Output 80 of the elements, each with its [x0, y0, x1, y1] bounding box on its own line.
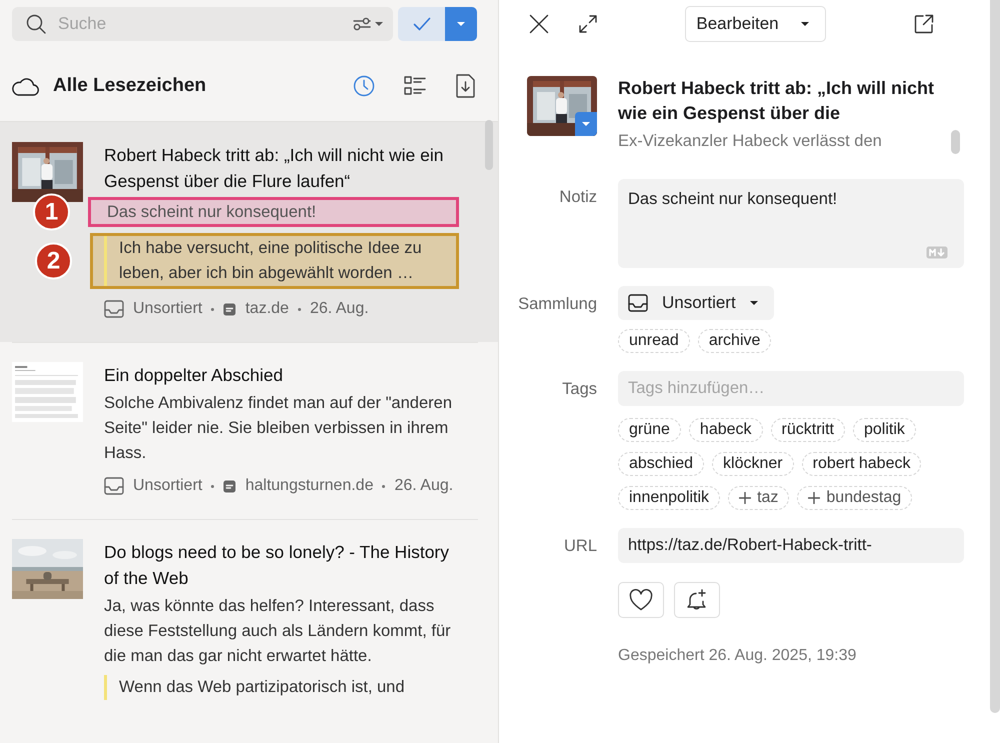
bookmark-excerpt: Solche Ambivalenz findet man auf der "anderen Seite" leider nie. Sie bleiben verbissen in ihrem Hass.: [104, 393, 453, 464]
tray-icon: [104, 300, 124, 318]
import-button[interactable]: [455, 74, 476, 98]
tags-label: Tags: [561, 379, 597, 400]
note-field[interactable]: Das scheint nur konsequent!: [618, 179, 964, 268]
dropdown-button[interactable]: [445, 7, 477, 41]
view-button[interactable]: [404, 76, 426, 96]
heart-icon: [629, 589, 653, 611]
favorite-button[interactable]: [618, 582, 664, 618]
tag-chip[interactable]: abschied: [618, 452, 704, 476]
sort-button[interactable]: [353, 75, 375, 97]
callout-badge: 2: [35, 242, 72, 280]
collection-dropdown[interactable]: Unsortiert: [618, 286, 774, 320]
filter-icon: [353, 17, 371, 31]
scrollbar[interactable]: [990, 0, 1000, 713]
tag-chip[interactable]: rücktritt: [770, 418, 845, 442]
tag-chip[interactable]: grüne: [618, 418, 681, 442]
filter-button[interactable]: [353, 17, 383, 31]
tag-chip[interactable]: robert habeck: [802, 452, 922, 476]
cloud-icon: [12, 76, 39, 96]
collection-label: Unsortiert: [133, 476, 202, 496]
expand-button[interactable]: [579, 15, 597, 33]
highlight-quote: Ich habe versucht, eine politische Idee zu leben, aber ich bin abgewählt worden …: [119, 238, 423, 284]
plus-icon: [808, 492, 820, 504]
article-icon: [223, 302, 236, 316]
search-bar[interactable]: Suche: [12, 7, 393, 41]
domain-label: haltungsturnen.de: [245, 476, 374, 496]
edit-button[interactable]: Bearbeiten: [685, 6, 826, 42]
search-field[interactable]: Suche: [56, 13, 343, 35]
bookmark-item[interactable]: Ein doppelter Abschied Solche Ambivalenz findet man auf der "anderen Seite" leider nie. Sie bleiben verbissen in ihrem Hass. Unsortiert haltungsturnen.de 26. Aug.: [0, 342, 498, 519]
tag-chip[interactable]: innenpolitik: [618, 486, 720, 510]
article-icon: [223, 480, 236, 492]
suggested-tag-chip[interactable]: taz: [728, 486, 790, 510]
collection-label: Sammlung: [517, 294, 597, 315]
url-field[interactable]: https://taz.de/Robert-Habeck-tritt-: [618, 528, 964, 563]
bookmark-title: Ein doppelter Abschied: [104, 364, 284, 387]
saved-date: Gespeichert 26. Aug. 2025, 19:39: [618, 647, 858, 665]
open-external-button[interactable]: [914, 14, 934, 34]
callout-badge: 1: [33, 194, 70, 230]
external-link-icon: [914, 14, 934, 34]
note-label: Notiz: [558, 187, 597, 208]
expand-icon: [579, 15, 597, 33]
bookmark-description: Ex-Vizekanzler Habeck verlässt den: [618, 132, 883, 151]
close-button[interactable]: [529, 14, 549, 34]
bookmark-note: Das scheint nur konsequent!: [107, 203, 316, 221]
markdown-icon: [926, 246, 948, 259]
highlight-quote: Wenn das Web partizipatorisch ist, und: [119, 677, 405, 698]
tag-chip[interactable]: habeck: [688, 418, 763, 442]
close-icon: [529, 14, 549, 34]
search-icon: [26, 14, 46, 34]
url-label: URL: [562, 536, 597, 557]
date-label: 26. Aug.: [394, 476, 454, 496]
list-view-icon: [404, 76, 426, 96]
scrollbar[interactable]: [485, 120, 493, 170]
bookmark-title: Robert Habeck tritt ab: „Ich will nicht wie ein Gespenst über die: [618, 77, 936, 125]
tray-icon: [628, 294, 648, 312]
clock-icon: [353, 75, 375, 97]
suggested-tag-chip[interactable]: bundestag: [797, 486, 912, 510]
reminder-button[interactable]: [674, 582, 720, 618]
collection-chip[interactable]: archive: [698, 329, 772, 353]
select-button[interactable]: [398, 7, 445, 41]
check-icon: [412, 17, 430, 31]
scrollbar[interactable]: [951, 130, 960, 154]
tag-chip[interactable]: politik: [852, 418, 916, 442]
plus-icon: [739, 492, 752, 504]
bookmark-title: Do blogs need to be so lonely? - The History of the Web: [104, 541, 450, 590]
collection-chip[interactable]: unread: [618, 329, 690, 353]
domain-label: taz.de: [245, 299, 289, 319]
bookmark-title: Robert Habeck tritt ab: „Ich will nicht wie ein Gespenst über die Flure laufen“: [104, 144, 444, 193]
bookmark-excerpt: Ja, was könnte das helfen? Interessant, dass diese Feststellung auch als Ländern kommt, für die man das gar nicht erwartet hätte.: [104, 596, 452, 667]
bell-icon: [686, 589, 708, 611]
collection-label: Unsortiert: [133, 299, 202, 319]
bookmark-item[interactable]: [0, 122, 498, 342]
list-title: Alle Lesezeichen: [53, 75, 208, 97]
thumbnail-menu-button[interactable]: [575, 112, 597, 136]
tag-chip[interactable]: klöckner: [712, 452, 794, 476]
tray-icon: [104, 477, 124, 495]
date-label: 26. Aug.: [310, 299, 369, 319]
tags-input[interactable]: Tags hinzufügen…: [618, 371, 964, 406]
download-icon: [455, 74, 476, 98]
